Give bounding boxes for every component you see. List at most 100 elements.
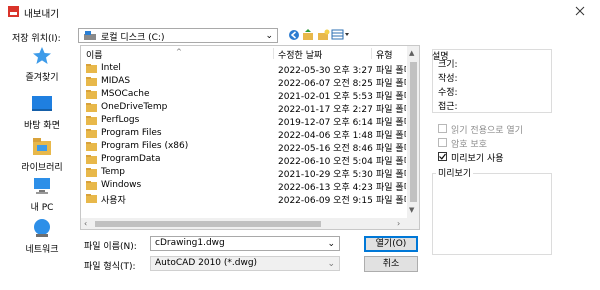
new-folder-icon[interactable] [317, 28, 330, 42]
place-network[interactable]: 네트워크 [8, 218, 76, 262]
file-name: PerfLogs [101, 115, 140, 125]
title-bar: 내보내기 [0, 0, 600, 24]
file-row[interactable]: Program Files 2022-04-06 오후 1:48 파일 폴더 [81, 127, 407, 141]
file-name: Temp [101, 167, 125, 177]
folder-icon [86, 116, 97, 125]
file-row[interactable]: ProgramData 2022-06-10 오전 5:04 파일 폴더 [81, 153, 407, 167]
sort-caret-icon: ^ [176, 48, 182, 56]
drive-icon [84, 31, 96, 40]
column-separator[interactable] [371, 48, 372, 59]
accessed-label: 접근: [438, 102, 458, 112]
file-date: 2022-06-09 오전 9:15 [278, 196, 373, 206]
file-type: 파일 폴더 [376, 196, 406, 206]
window-title: 내보내기 [24, 9, 59, 20]
save-location-dropdown[interactable]: 로컬 디스크 (C:) ⌄ [78, 28, 278, 43]
file-name-input[interactable]: cDrawing1.dwg ⌄ [150, 236, 340, 251]
star-icon [33, 47, 51, 64]
folder-icon [86, 168, 97, 177]
scroll-thumb[interactable] [410, 62, 417, 202]
cancel-button[interactable]: 취소 [364, 256, 418, 272]
column-header-name[interactable]: 이름 [86, 48, 103, 61]
password-label: 암호 보호 [451, 140, 487, 150]
up-folder-icon[interactable] [302, 28, 315, 42]
open-button[interactable]: 열기(O) [364, 236, 418, 252]
file-list-header: 이름 ^ 수정한 날짜 유형 [81, 46, 407, 61]
scroll-thumb[interactable] [95, 221, 321, 227]
place-label: 내 PC [30, 203, 54, 213]
file-name: MIDAS [101, 76, 131, 86]
file-row[interactable]: 사용자 2022-06-09 오전 9:15 파일 폴더 [81, 192, 407, 206]
file-row[interactable]: MSOCache 2021-02-01 오후 5:53 파일 폴더 [81, 88, 407, 102]
desktop-icon [32, 96, 52, 111]
file-name: Program Files [101, 128, 162, 138]
file-row[interactable]: OneDriveTemp 2022-01-17 오후 2:27 파일 폴더 [81, 101, 407, 115]
chevron-down-icon: ⌄ [327, 259, 335, 269]
computer-icon [34, 178, 50, 194]
network-icon [34, 219, 50, 237]
file-name: 사용자 [101, 196, 126, 206]
close-icon[interactable] [573, 4, 587, 18]
file-name-label: 파일 이름(N): [84, 242, 137, 252]
preview-caption: 미리보기 [436, 166, 474, 179]
place-label: 라이브러리 [21, 163, 63, 173]
file-row[interactable]: Program Files (x86) 2022-05-16 오전 8:46 파… [81, 140, 407, 154]
file-type-select[interactable]: AutoCAD 2010 (*.dwg) ⌄ [150, 256, 340, 271]
file-row[interactable]: MIDAS 2022-06-07 오전 8:25 파일 폴더 [81, 75, 407, 89]
place-this-pc[interactable]: 내 PC [8, 176, 76, 220]
file-type-label: 파일 형식(T): [84, 262, 136, 272]
scroll-up-icon[interactable]: ▲ [409, 49, 414, 57]
preview-checkbox[interactable] [438, 152, 447, 161]
file-name: Program Files (x86) [101, 141, 189, 151]
chevron-down-icon[interactable]: ⌄ [327, 239, 335, 249]
file-row[interactable]: Windows 2022-06-13 오후 4:23 파일 폴더 [81, 179, 407, 193]
save-location-label: 저장 위치(I): [12, 34, 61, 44]
vertical-scrollbar[interactable]: ▲ ▼ [407, 46, 419, 218]
password-checkbox[interactable] [438, 138, 447, 147]
scroll-right-icon[interactable]: › [397, 219, 400, 228]
place-label: 즐겨찾기 [25, 73, 59, 83]
folder-icon [86, 142, 97, 151]
file-row[interactable]: Intel 2022-05-30 오후 3:27 파일 폴더 [81, 62, 407, 76]
file-list[interactable]: 이름 ^ 수정한 날짜 유형 Intel 2022-05-30 오후 3:27 … [80, 45, 420, 230]
readonly-label: 읽기 전용으로 열기 [451, 126, 523, 136]
file-name: Windows [101, 180, 142, 190]
save-location-value: 로컬 디스크 (C:) [101, 33, 165, 43]
view-menu-icon[interactable] [331, 28, 351, 42]
size-label: 크기: [438, 60, 458, 70]
file-name-value: cDrawing1.dwg [155, 238, 225, 248]
horizontal-scrollbar[interactable]: ‹ › [81, 218, 407, 229]
folder-icon [86, 64, 97, 73]
file-row[interactable]: Temp 2021-10-29 오후 5:30 파일 폴더 [81, 166, 407, 180]
place-label: 네트워크 [25, 245, 59, 255]
folder-icon [86, 181, 97, 190]
scroll-left-icon[interactable]: ‹ [84, 219, 87, 228]
folder-icon [86, 155, 97, 164]
scroll-down-icon[interactable]: ▼ [409, 206, 414, 214]
library-icon [33, 138, 51, 155]
column-separator[interactable] [273, 48, 274, 59]
folder-icon [86, 90, 97, 99]
folder-icon [86, 194, 97, 203]
preview-group [432, 173, 552, 255]
file-name: ProgramData [101, 154, 161, 164]
preview-label: 미리보기 사용 [451, 154, 504, 164]
place-library[interactable]: 라이브러리 [8, 136, 76, 180]
place-label: 바탕 화면 [24, 121, 60, 131]
place-favorites[interactable]: 즐겨찾기 [8, 46, 76, 90]
file-name: Intel [101, 63, 121, 73]
file-name: OneDriveTemp [101, 102, 168, 112]
places-bar: 즐겨찾기 바탕 화면 라이브러리 내 PC 네트워크 [8, 46, 76, 258]
column-header-date[interactable]: 수정한 날짜 [278, 48, 322, 61]
file-row[interactable]: PerfLogs 2019-12-07 오후 6:14 파일 폴더 [81, 114, 407, 128]
readonly-checkbox[interactable] [438, 124, 447, 133]
folder-icon [86, 103, 97, 112]
folder-icon [86, 77, 97, 86]
app-icon [8, 6, 19, 17]
place-desktop[interactable]: 바탕 화면 [8, 94, 76, 138]
created-label: 작성: [438, 74, 458, 84]
column-header-type[interactable]: 유형 [376, 48, 393, 61]
folder-icon [86, 129, 97, 138]
back-icon[interactable] [287, 28, 301, 42]
modified-label: 수정: [438, 88, 458, 98]
file-type-value: AutoCAD 2010 (*.dwg) [155, 258, 258, 268]
